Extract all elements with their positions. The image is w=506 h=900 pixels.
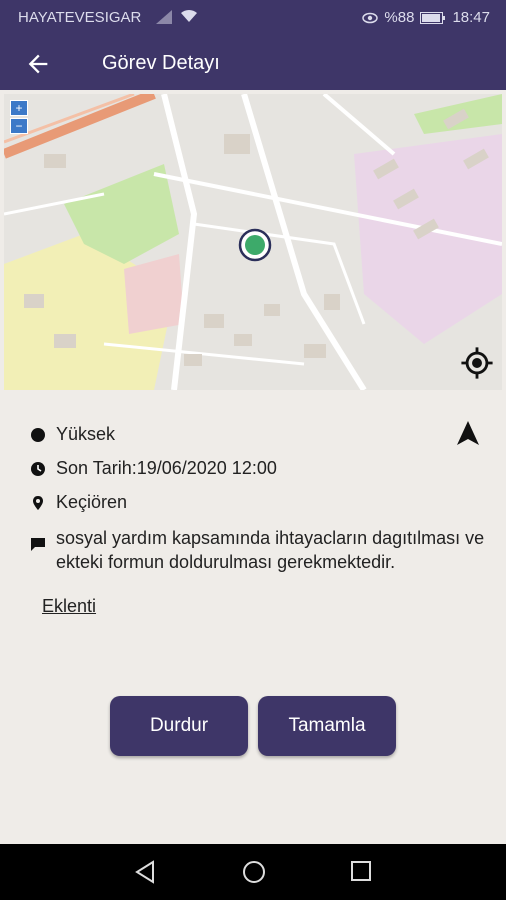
location-text: Keçiören	[56, 492, 128, 512]
description-row: sosyal yardım kapsamında ihtayacların da…	[30, 526, 500, 574]
my-location-icon[interactable]	[460, 346, 494, 380]
status-bar: HAYATEVESIGAR %88 18:47	[0, 0, 506, 36]
clock-icon	[31, 462, 45, 476]
stop-button[interactable]: Durdur	[110, 696, 248, 756]
complete-button[interactable]: Tamamla	[258, 696, 396, 756]
system-nav-bar	[0, 844, 506, 900]
battery-percent: %88	[384, 9, 415, 26]
back-triangle-icon[interactable]	[134, 860, 156, 884]
attachment-link[interactable]: Eklenti	[42, 596, 96, 617]
circle-icon	[31, 428, 45, 442]
status-right: %88 18:47	[362, 9, 490, 26]
location-row: Keçiören	[30, 492, 127, 513]
zoom-in-button[interactable]: +	[10, 100, 28, 116]
wifi-icon	[181, 9, 197, 22]
page-title: Görev Detayı	[102, 52, 220, 74]
carrier-label: HAYATEVESIGAR	[18, 9, 142, 26]
recents-square-icon[interactable]	[350, 860, 372, 882]
location-marker-icon[interactable]	[238, 228, 272, 262]
zoom-out-button[interactable]: −	[10, 118, 28, 134]
priority-row: Yüksek	[30, 424, 115, 445]
app-bar: Görev Detayı	[0, 36, 506, 90]
signal-icon	[156, 10, 172, 24]
zoom-controls: + −	[10, 100, 28, 136]
battery-icon	[420, 11, 446, 24]
home-circle-icon[interactable]	[242, 860, 266, 884]
map-view[interactable]: + −	[4, 94, 502, 390]
priority-text: Yüksek	[56, 424, 116, 444]
deadline-row: Son Tarih:19/06/2020 12:00	[30, 458, 277, 479]
deadline-text: Son Tarih:19/06/2020 12:00	[56, 458, 277, 478]
eye-icon	[362, 12, 379, 23]
location-pin-icon	[33, 496, 43, 510]
navigation-arrow-icon[interactable]	[456, 420, 480, 446]
clock: 18:47	[452, 9, 490, 26]
back-arrow-icon[interactable]	[24, 50, 52, 78]
description-text: sosyal yardım kapsamında ihtayacların da…	[56, 528, 485, 572]
comment-icon	[31, 538, 45, 551]
